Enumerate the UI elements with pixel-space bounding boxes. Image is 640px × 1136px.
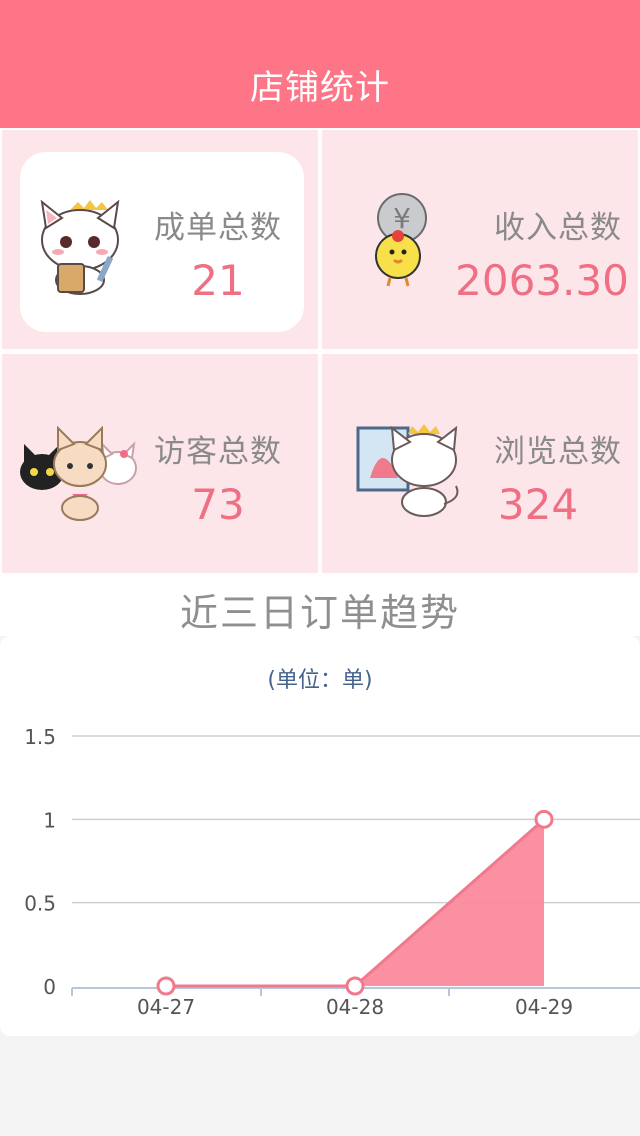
y-tick-label: 1 (43, 808, 56, 832)
x-tick-label: 04-28 (326, 995, 384, 1019)
data-point (345, 976, 365, 996)
y-tick-label: 1.5 (24, 725, 56, 749)
x-tick-label: 04-29 (515, 995, 573, 1019)
y-tick-label: 0.5 (24, 892, 56, 916)
chart-grid (72, 735, 640, 904)
y-axis-ticks: 0 0.5 1 1.5 (24, 725, 56, 999)
data-point (156, 976, 176, 996)
data-point (534, 809, 554, 829)
y-tick-label: 0 (43, 975, 56, 999)
order-trend-chart: 0 0.5 1 1.5 04-27 04-28 04-29 (24, 725, 640, 1019)
x-tick-label: 04-27 (137, 995, 195, 1019)
